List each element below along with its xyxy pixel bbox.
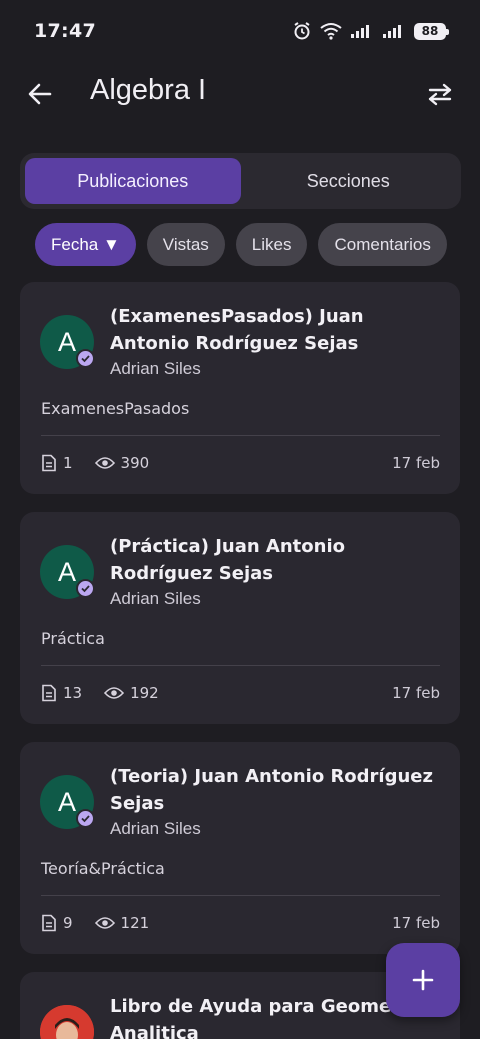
app-bar: Algebra I [0, 62, 480, 128]
chip-likes[interactable]: Likes [235, 223, 308, 266]
segmented-tabs: Publicaciones Secciones [20, 153, 461, 209]
tab-publicaciones[interactable]: Publicaciones [25, 158, 241, 204]
post-date: 17 feb [392, 914, 440, 932]
wifi-icon [320, 23, 342, 40]
post-author: Adrian Siles [110, 359, 201, 378]
chip-fecha[interactable]: Fecha ▼ [35, 223, 136, 266]
swap-button[interactable] [422, 76, 458, 112]
post-meta: 1 390 [41, 454, 149, 472]
post-date: 17 feb [392, 684, 440, 702]
tab-secciones[interactable]: Secciones [241, 158, 457, 204]
signal-icon [351, 25, 369, 38]
view-count: 121 [120, 914, 150, 932]
view-count: 192 [130, 684, 159, 702]
status-time: 17:47 [34, 20, 96, 42]
post-card[interactable]: A (ExamenesPasados) Juan Antonio Rodrígu… [20, 282, 460, 494]
post-card[interactable]: A (Teoria) Juan Antonio Rodríguez Sejas … [20, 742, 460, 954]
page-title: Algebra I [90, 74, 207, 106]
alarm-icon [294, 22, 310, 40]
battery-indicator: 88 [414, 22, 449, 40]
avatar-photo [40, 1005, 94, 1039]
post-title: (ExamenesPasados) Juan Antonio Rodríguez… [110, 306, 364, 354]
verified-check-icon [76, 809, 95, 828]
post-tag: Práctica [41, 629, 105, 648]
post-tag: ExamenesPasados [41, 399, 190, 418]
filter-chips: Fecha ▼ Vistas Likes Comentarios [35, 223, 447, 266]
document-icon [42, 914, 56, 932]
status-icons: 88 [292, 21, 449, 41]
plus-icon [412, 969, 434, 991]
file-count: 9 [63, 914, 73, 932]
post-meta: 13 192 [41, 684, 159, 702]
verified-check-icon [76, 349, 95, 368]
status-bar: 17:47 88 [0, 0, 480, 62]
post-meta: 9 121 [41, 914, 149, 932]
post-tag: Teoría&Práctica [41, 859, 165, 878]
eye-icon [94, 917, 115, 929]
view-count: 390 [120, 454, 150, 472]
post-author: Adrian Siles [110, 819, 201, 838]
document-icon [42, 684, 56, 702]
eye-icon [104, 687, 125, 699]
document-icon [42, 454, 56, 472]
verified-check-icon [76, 579, 95, 598]
signal-icon-2 [383, 25, 401, 38]
post-date: 17 feb [392, 454, 440, 472]
swap-horizontal-icon [428, 83, 452, 106]
file-count: 1 [63, 454, 73, 472]
post-card[interactable]: A (Práctica) Juan Antonio Rodríguez Seja… [20, 512, 460, 724]
chip-comentarios[interactable]: Comentarios [318, 223, 447, 266]
back-button[interactable] [22, 76, 58, 112]
post-title: (Teoria) Juan Antonio Rodríguez Sejas [110, 766, 433, 814]
divider [41, 895, 440, 896]
divider [41, 435, 440, 436]
divider [41, 665, 440, 666]
chip-vistas[interactable]: Vistas [146, 223, 225, 266]
file-count: 13 [63, 684, 83, 702]
add-post-button[interactable] [386, 943, 460, 1017]
post-title: (Práctica) Juan Antonio Rodríguez Sejas [110, 536, 346, 584]
arrow-left-icon [28, 83, 52, 105]
eye-icon [94, 457, 115, 469]
post-author: Adrian Siles [110, 589, 201, 608]
